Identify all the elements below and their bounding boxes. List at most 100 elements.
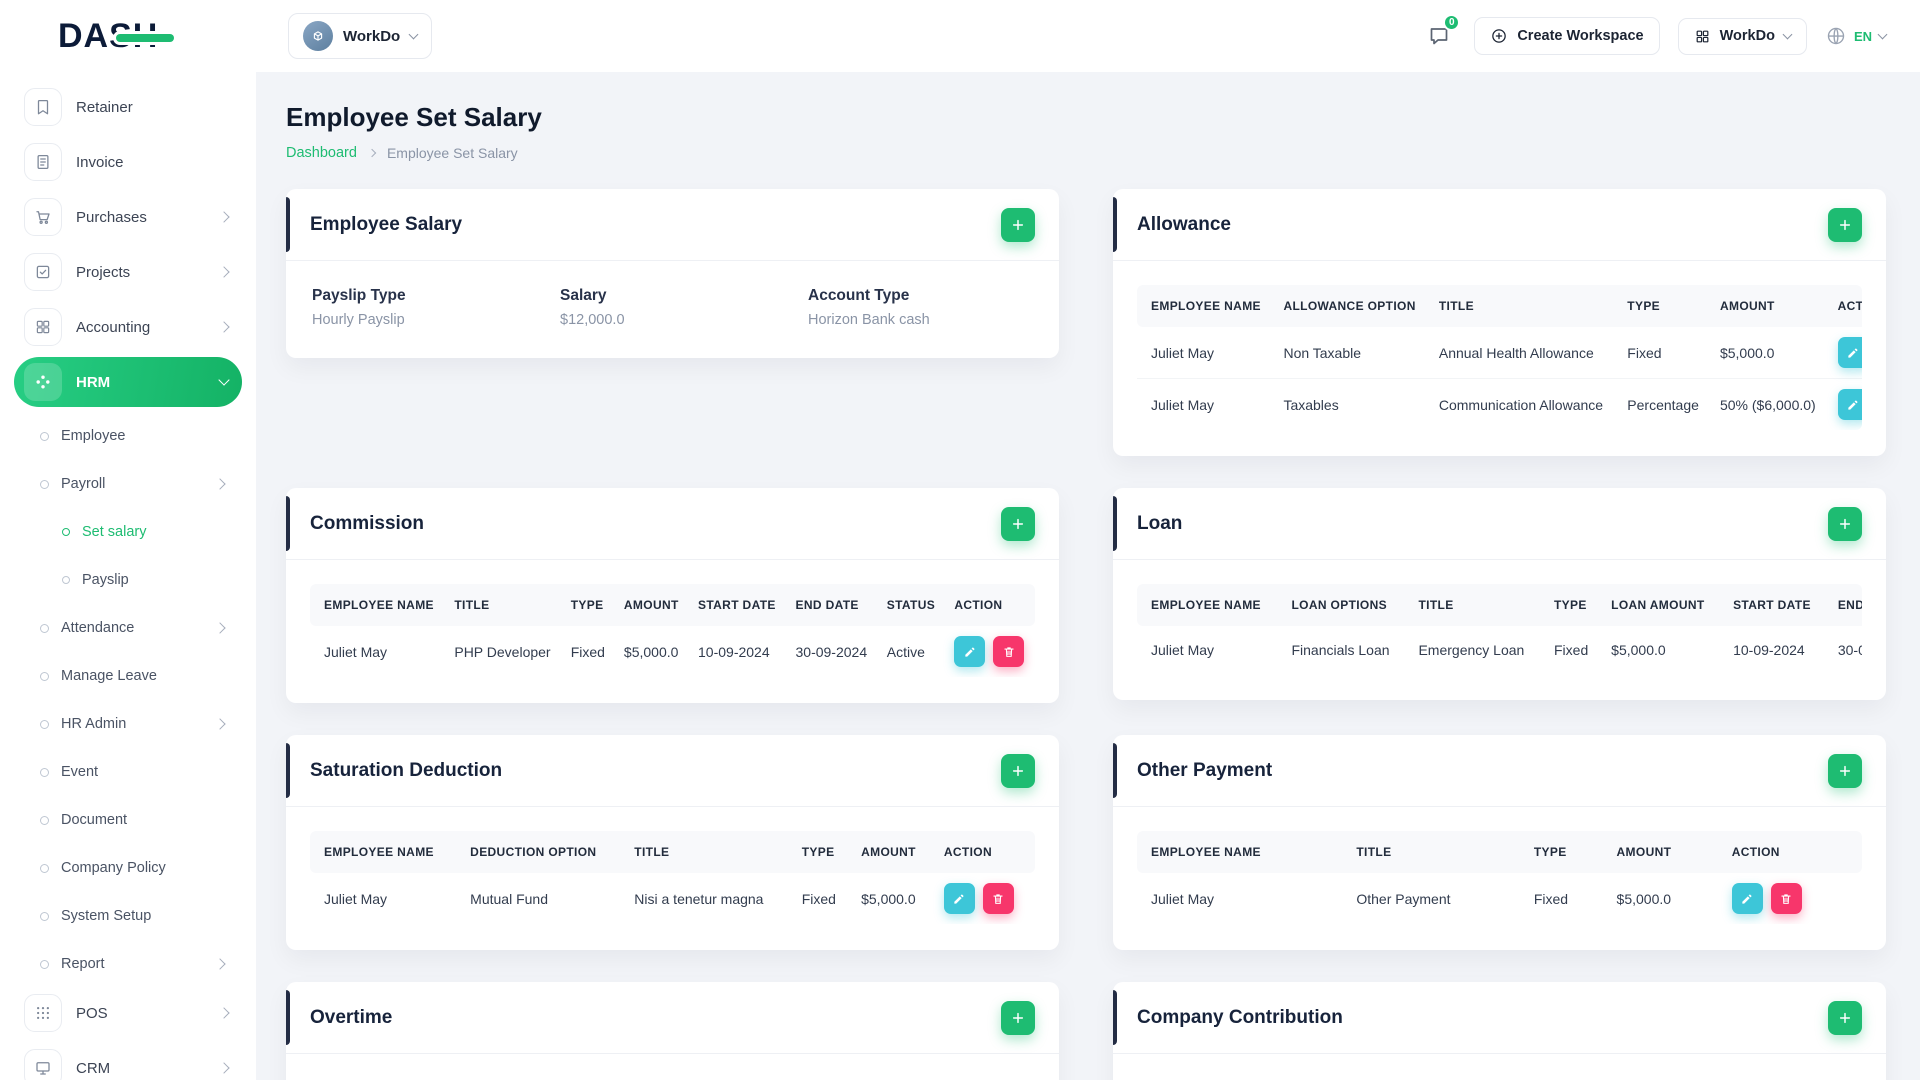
workspace-menu-button[interactable]: WorkDo <box>1677 17 1807 55</box>
bullet-icon <box>40 911 49 921</box>
sidebar-subitem-label: Set salary <box>82 524 147 540</box>
sidebar: DASH Retainer Invoice Purchases Projects… <box>0 0 256 1080</box>
sidebar-subitem-event[interactable]: Event <box>14 748 242 796</box>
table-row: Juliet May Financials Loan Emergency Loa… <box>1137 626 1862 674</box>
company-contribution-card: Company Contribution <box>1113 982 1886 1080</box>
delete-button[interactable] <box>993 636 1025 667</box>
add-allowance-button[interactable] <box>1828 207 1862 242</box>
workspace-name: WorkDo <box>343 27 401 45</box>
cell-amount: $5,000.0 <box>1616 890 1672 907</box>
sidebar-subitem-label: Document <box>61 812 128 828</box>
sidebar-subitem-payslip[interactable]: Payslip <box>14 556 242 604</box>
sidebar-subitem-system-setup[interactable]: System Setup <box>14 892 242 940</box>
sidebar-item-purchases[interactable]: Purchases <box>14 192 242 242</box>
employee-salary-card: Employee Salary Payslip Type Hourly Pays… <box>286 189 1059 358</box>
allowance-table-wrap: EMPLOYEE NAME ALLOWANCE OPTION TITLE TYP… <box>1113 261 1886 456</box>
add-commission-button[interactable] <box>1001 506 1035 541</box>
cell-action <box>1723 873 1862 924</box>
card-header: Other Payment <box>1113 735 1886 807</box>
edit-button[interactable] <box>1837 337 1862 368</box>
chevron-right-icon <box>218 266 230 278</box>
add-company-contribution-button[interactable] <box>1828 1000 1862 1035</box>
sidebar-item-label: POS <box>76 1004 108 1022</box>
col-amount: AMOUNT <box>614 584 690 626</box>
commission-table: EMPLOYEE NAME TITLE TYPE AMOUNT START DA… <box>310 584 1035 677</box>
cell-title: Emergency Loan <box>1418 642 1525 658</box>
col-type: TYPE <box>1618 285 1711 327</box>
card-header: Commission <box>286 488 1059 560</box>
brand-logo[interactable]: DASH <box>0 0 256 72</box>
col-title: TITLE <box>1429 285 1619 327</box>
sidebar-subitem-hr-admin[interactable]: HR Admin <box>14 700 242 748</box>
sidebar-subitem-payroll[interactable]: Payroll <box>14 460 242 508</box>
col-deduction-option: DEDUCTION OPTION <box>461 831 626 873</box>
col-loan-options: LOAN OPTIONS <box>1282 584 1410 626</box>
delete-button[interactable] <box>982 883 1014 914</box>
sidebar-item-accounting[interactable]: Accounting <box>14 302 242 352</box>
col-status: STATUS <box>877 584 946 626</box>
field-value: Hourly Payslip <box>312 312 405 328</box>
other-payment-table-wrap: EMPLOYEE NAME TITLE TYPE AMOUNT ACTION J… <box>1113 807 1886 950</box>
language-selector[interactable]: EN <box>1825 25 1888 47</box>
chevron-down-icon <box>1877 29 1888 39</box>
bullet-icon <box>40 671 49 681</box>
messages-button[interactable]: 0 <box>1422 14 1461 53</box>
sidebar-item-pos[interactable]: POS <box>14 988 242 1038</box>
col-action: ACTION <box>945 584 1035 626</box>
sidebar-subitem-company-policy[interactable]: Company Policy <box>14 844 242 892</box>
edit-button[interactable] <box>943 883 975 914</box>
sidebar-subitem-set-salary[interactable]: Set salary <box>14 508 242 556</box>
card-header: Saturation Deduction <box>286 735 1059 807</box>
add-employee-salary-button[interactable] <box>1001 207 1035 242</box>
sidebar-subitem-employee[interactable]: Employee <box>14 412 242 460</box>
create-workspace-button[interactable]: Create Workspace <box>1474 17 1660 55</box>
pencil-icon <box>1848 399 1858 410</box>
col-amount: AMOUNT <box>1710 285 1829 327</box>
col-action: ACTION <box>934 831 1035 873</box>
add-other-payment-button[interactable] <box>1828 753 1862 788</box>
main-content: Employee Set Salary Dashboard Employee S… <box>256 72 1920 1080</box>
edit-button[interactable] <box>954 636 986 667</box>
table-header-row: EMPLOYEE NAME TITLE TYPE AMOUNT ACTION <box>1137 831 1862 873</box>
delete-button[interactable] <box>1770 883 1802 914</box>
col-action: ACTION <box>1828 285 1862 327</box>
sidebar-item-retainer[interactable]: Retainer <box>14 82 242 132</box>
breadcrumb-dashboard-link[interactable]: Dashboard <box>286 145 357 161</box>
sidebar-item-hrm[interactable]: HRM <box>14 357 242 407</box>
sidebar-item-projects[interactable]: Projects <box>14 247 242 297</box>
sidebar-item-crm[interactable]: CRM <box>14 1043 242 1080</box>
add-overtime-button[interactable] <box>1001 1000 1035 1035</box>
edit-button[interactable] <box>1731 883 1763 914</box>
sidebar-item-invoice[interactable]: Invoice <box>14 137 242 187</box>
card-header: Company Contribution <box>1113 982 1886 1054</box>
cell-amount: 50% ($6,000.0) <box>1710 378 1829 430</box>
add-saturation-deduction-button[interactable] <box>1001 753 1035 788</box>
edit-button[interactable] <box>1837 389 1862 420</box>
cell-type: Fixed <box>1533 890 1569 907</box>
sidebar-subitem-attendance[interactable]: Attendance <box>14 604 242 652</box>
cell-amount: $5,000.0 <box>623 643 679 660</box>
sidebar-subitem-manage-leave[interactable]: Manage Leave <box>14 652 242 700</box>
card-title: Allowance <box>1137 213 1231 235</box>
bullet-icon <box>62 576 70 584</box>
bullet-icon <box>40 767 49 777</box>
workspace-switcher[interactable]: WorkDo <box>288 13 433 59</box>
cell-start-date: 10-09-2024 <box>1733 642 1805 658</box>
sidebar-subitem-label: Event <box>61 764 99 780</box>
sidebar-subitem-document[interactable]: Document <box>14 796 242 844</box>
cell-type: Fixed <box>801 890 836 907</box>
crm-icon <box>24 1049 62 1080</box>
trash-icon <box>993 893 1003 904</box>
cell-title: Annual Health Allowance <box>1438 344 1594 361</box>
card-header: Overtime <box>286 982 1059 1054</box>
breadcrumb-current: Employee Set Salary <box>386 145 518 161</box>
add-loan-button[interactable] <box>1828 506 1862 541</box>
cell-amount: $5,000.0 <box>861 890 916 907</box>
col-type: TYPE <box>1545 584 1603 626</box>
cell-action <box>935 873 1035 924</box>
sidebar-subitem-report[interactable]: Report <box>14 940 242 988</box>
sidebar-item-label: Invoice <box>76 153 124 171</box>
chevron-right-icon <box>214 958 226 970</box>
chevron-right-icon <box>214 478 226 490</box>
col-title: TITLE <box>1347 831 1525 873</box>
